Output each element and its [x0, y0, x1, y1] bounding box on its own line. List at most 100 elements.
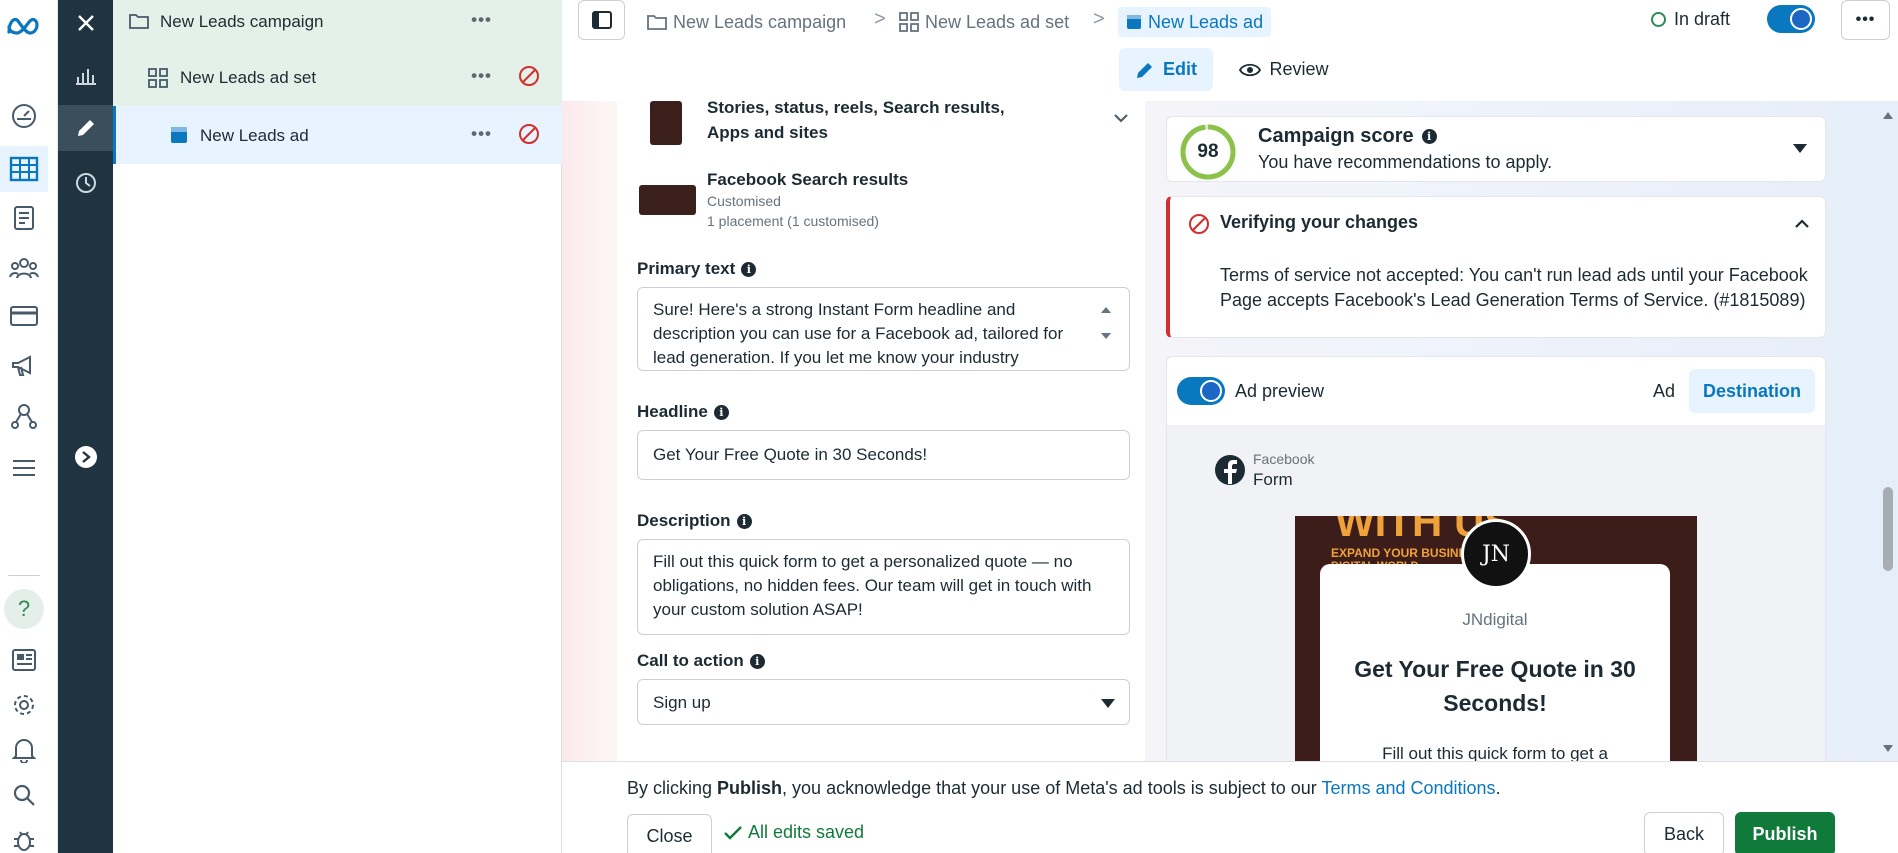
save-status: All edits saved	[724, 822, 864, 843]
preview-tab-ad[interactable]: Ad	[1653, 381, 1675, 402]
publish-footer: By clicking Publish, you acknowledge tha…	[562, 761, 1898, 853]
notice-text: , you acknowledge that your use of Meta'…	[782, 778, 1322, 798]
breadcrumb-separator: >	[874, 8, 886, 30]
terms-notice: By clicking Publish, you acknowledge tha…	[627, 778, 1501, 799]
search-placement-thumbnail	[639, 185, 696, 215]
campaign-score-card[interactable]: 98 Campaign score i You have recommendat…	[1166, 116, 1826, 182]
help-icon[interactable]: ?	[0, 589, 48, 629]
info-icon[interactable]: i	[741, 261, 757, 277]
tree-item-campaign[interactable]: New Leads campaign •••	[113, 0, 562, 48]
edit-pencil-icon	[1137, 62, 1152, 78]
ad-preview-label: Ad preview	[1235, 381, 1325, 401]
breadcrumb-adset[interactable]: New Leads ad set	[899, 7, 1069, 37]
facebook-logo-icon	[1214, 454, 1246, 486]
pages-icon[interactable]	[0, 198, 48, 238]
eye-icon	[1239, 63, 1262, 76]
folder-icon	[647, 15, 667, 30]
info-icon[interactable]: i	[749, 653, 765, 669]
field-label-text: Call to action	[637, 651, 744, 670]
dashboard-gauge-icon[interactable]	[0, 96, 48, 136]
tree-item-label: New Leads ad set	[180, 68, 317, 87]
audiences-icon[interactable]	[0, 248, 48, 288]
primary-text-label: Primary text i	[637, 259, 757, 279]
cta-select[interactable]: Sign up	[637, 679, 1130, 725]
campaign-megaphone-icon[interactable]	[0, 346, 48, 386]
close-button[interactable]: Close	[627, 814, 712, 853]
history-clock-icon[interactable]	[58, 160, 113, 206]
more-actions-button[interactable]: •••	[1841, 0, 1890, 40]
form-card: JNdigital Get Your Free Quote in 30 Seco…	[1320, 564, 1670, 761]
notice-bold: Publish	[717, 778, 783, 798]
meta-logo-icon[interactable]	[0, 6, 48, 46]
tree-item-adset[interactable]: New Leads ad set •••	[113, 48, 562, 106]
edit-mode-button[interactable]: Edit	[1119, 48, 1213, 91]
expand-chevron-icon[interactable]	[58, 434, 113, 480]
bug-report-icon[interactable]	[0, 820, 48, 853]
field-label-text: Description	[637, 511, 731, 530]
business-graph-icon[interactable]	[0, 396, 48, 436]
tree-item-label: New Leads ad	[200, 126, 309, 145]
terms-link[interactable]: Terms and Conditions	[1321, 778, 1495, 798]
description-input[interactable]: Fill out this quick form to get a person…	[637, 539, 1130, 635]
edit-pencil-icon[interactable]	[58, 105, 113, 151]
adset-grid-icon	[148, 68, 168, 88]
chevron-down-icon[interactable]	[1114, 113, 1128, 123]
back-button[interactable]: Back	[1644, 812, 1724, 853]
publish-button[interactable]: Publish	[1735, 812, 1835, 853]
scroll-stepper-icon[interactable]	[1100, 305, 1112, 341]
primary-text-input[interactable]: Sure! Here's a strong Instant Form headl…	[637, 287, 1130, 371]
caret-down-icon[interactable]	[1793, 144, 1807, 153]
more-options-icon[interactable]: •••	[471, 66, 492, 86]
preview-platform: Facebook	[1253, 451, 1315, 467]
menu-hamburger-icon[interactable]	[0, 448, 48, 488]
status-toggle[interactable]	[1767, 5, 1815, 33]
placement-search-block[interactable]: Facebook Search results Customised 1 pla…	[707, 169, 908, 231]
info-icon[interactable]: i	[713, 404, 729, 420]
breadcrumb-campaign[interactable]: New Leads campaign	[647, 7, 846, 37]
breadcrumb-label: New Leads ad	[1148, 11, 1264, 32]
score-ring: 98	[1179, 123, 1237, 181]
info-icon[interactable]: i	[736, 513, 752, 529]
notifications-bell-icon[interactable]	[0, 730, 48, 770]
scroll-down-icon[interactable]	[1882, 744, 1894, 754]
campaign-tree-panel: New Leads campaign ••• New Leads ad set …	[113, 0, 562, 853]
editor-tool-rail	[58, 0, 113, 853]
form-headline: Get Your Free Quote in 30 Seconds!	[1354, 656, 1636, 716]
score-title-text: Campaign score	[1258, 125, 1414, 147]
draft-status: In draft	[1651, 9, 1730, 30]
info-icon[interactable]: i	[1421, 129, 1437, 144]
field-label-text: Headline	[637, 402, 708, 421]
search-icon[interactable]	[0, 775, 48, 815]
more-options-icon[interactable]: •••	[471, 10, 492, 30]
review-mode-button[interactable]: Review	[1229, 48, 1339, 91]
notice-text: .	[1495, 778, 1501, 798]
news-icon[interactable]	[0, 640, 48, 680]
billing-card-icon[interactable]	[0, 296, 48, 336]
toggle-panel-button[interactable]	[578, 0, 625, 40]
scroll-up-icon[interactable]	[1882, 110, 1894, 120]
preview-banner-image: WITH US EXPAND YOUR BUSINESS DIGITAL WOR…	[1295, 516, 1697, 761]
scrollbar-thumb[interactable]	[1883, 487, 1893, 571]
breadcrumb-ad[interactable]: New Leads ad	[1118, 7, 1272, 37]
ad-preview-toggle[interactable]	[1177, 377, 1225, 405]
headline-input[interactable]: Get Your Free Quote in 30 Seconds!	[637, 430, 1130, 480]
preview-canvas: Facebook Form WITH US EXPAND YOUR BUSINE…	[1167, 425, 1825, 761]
folder-icon	[129, 12, 149, 30]
adset-grid-icon	[899, 12, 919, 32]
error-ban-icon	[518, 123, 540, 145]
preview-tab-destination[interactable]: Destination	[1689, 369, 1815, 413]
charts-icon[interactable]	[58, 52, 113, 98]
settings-gear-icon[interactable]	[0, 685, 48, 725]
review-label: Review	[1269, 59, 1329, 79]
more-options-icon[interactable]: •••	[471, 124, 492, 144]
headline-label: Headline i	[637, 402, 729, 422]
scrollbar[interactable]	[1878, 104, 1898, 761]
score-subtitle: You have recommendations to apply.	[1258, 152, 1553, 172]
ads-manager-table-icon[interactable]	[0, 146, 48, 192]
tree-item-ad[interactable]: New Leads ad •••	[113, 106, 562, 164]
status-label: In draft	[1674, 9, 1731, 29]
chevron-up-icon[interactable]	[1795, 219, 1809, 228]
error-ban-icon	[1188, 213, 1210, 235]
close-icon[interactable]	[58, 0, 113, 46]
cta-selected-value: Sign up	[653, 693, 711, 712]
